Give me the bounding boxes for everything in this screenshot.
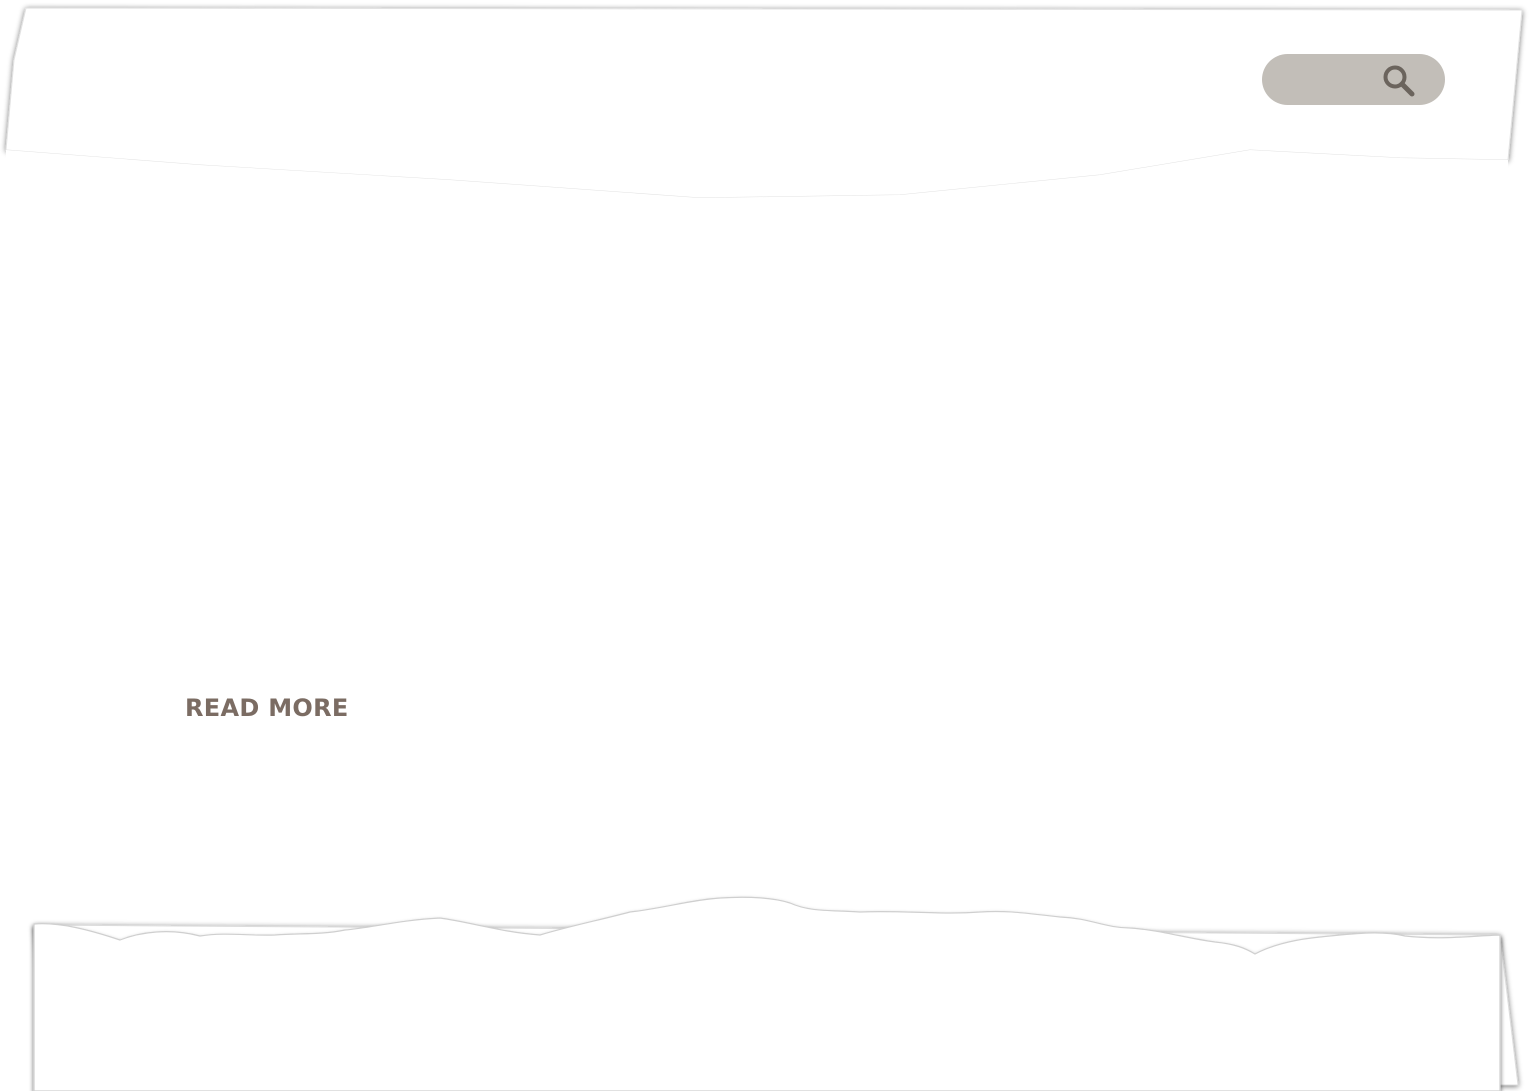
search-input[interactable] xyxy=(1278,64,1382,97)
search-icon[interactable] xyxy=(1382,64,1416,98)
torn-paper-page: READ MORE xyxy=(0,0,1533,1091)
search-box[interactable] xyxy=(1262,54,1445,105)
read-more-link[interactable]: READ MORE xyxy=(185,692,349,724)
torn-paper-background xyxy=(0,7,1533,1091)
